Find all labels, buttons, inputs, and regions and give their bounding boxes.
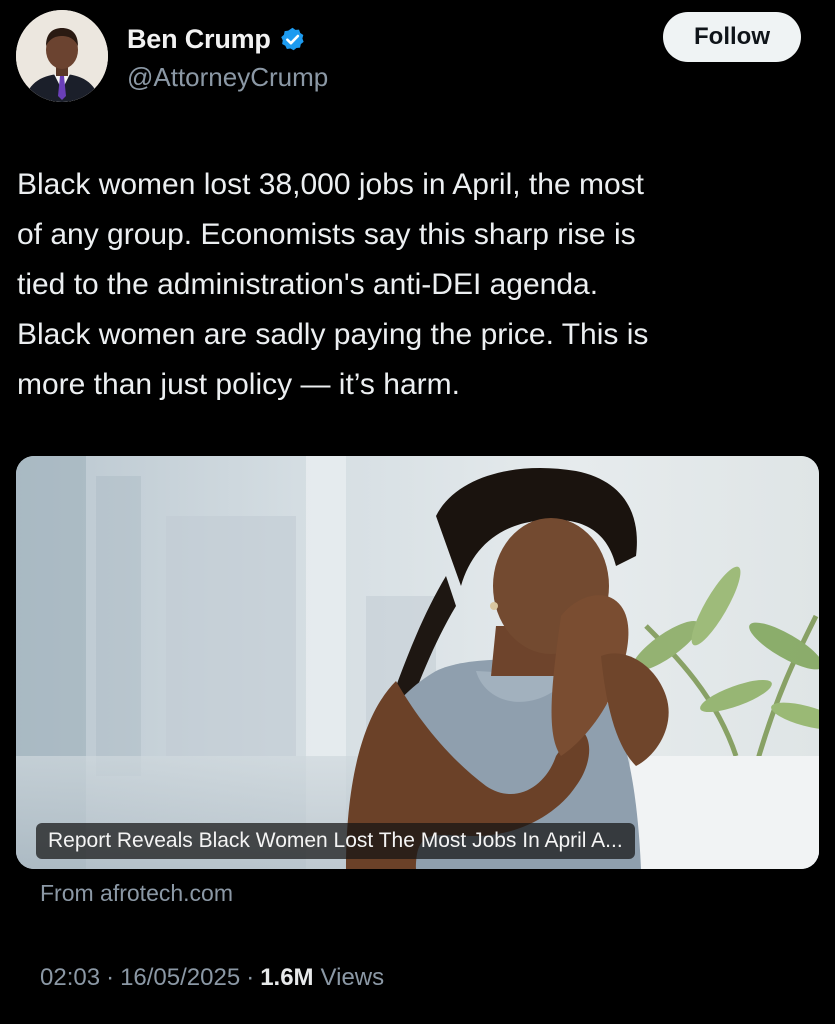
card-source[interactable]: From afrotech.com: [40, 880, 233, 907]
tweet-text: Black women lost 38,000 jobs in April, t…: [17, 160, 817, 410]
avatar[interactable]: [16, 10, 108, 102]
author-handle[interactable]: @AttorneyCrump: [127, 62, 328, 93]
meta-separator: ·: [246, 964, 255, 991]
tweet-text-line: Black women lost 38,000 jobs in April, t…: [17, 168, 644, 201]
verified-badge-icon[interactable]: [279, 26, 306, 53]
avatar-image: [16, 10, 108, 102]
tweet-meta: 02:03 · 16/05/2025 · 1.6M Views: [40, 964, 384, 992]
tweet-text-line: of any group. Economists say this sharp …: [17, 218, 636, 251]
author-display-name[interactable]: Ben Crump: [127, 24, 271, 55]
link-card[interactable]: Report Reveals Black Women Lost The Most…: [16, 456, 819, 869]
tweet-time[interactable]: 02:03: [40, 964, 100, 992]
tweet-date[interactable]: 16/05/2025: [120, 964, 240, 992]
views-count: 1.6M: [260, 964, 314, 991]
card-headline[interactable]: Report Reveals Black Women Lost The Most…: [36, 823, 635, 859]
tweet-text-line: tied to the administration's anti-DEI ag…: [17, 268, 599, 301]
tweet-text-line: more than just policy — it’s harm.: [17, 368, 460, 401]
meta-separator: ·: [106, 964, 115, 991]
author-name-row[interactable]: Ben Crump: [127, 22, 306, 56]
views-label: Views: [320, 964, 385, 991]
follow-button[interactable]: Follow: [663, 12, 801, 62]
tweet-text-line: Black women are sadly paying the price. …: [17, 318, 649, 351]
card-image: [16, 456, 819, 869]
tweet: Ben Crump @AttorneyCrump Follow Black wo…: [0, 0, 835, 1024]
